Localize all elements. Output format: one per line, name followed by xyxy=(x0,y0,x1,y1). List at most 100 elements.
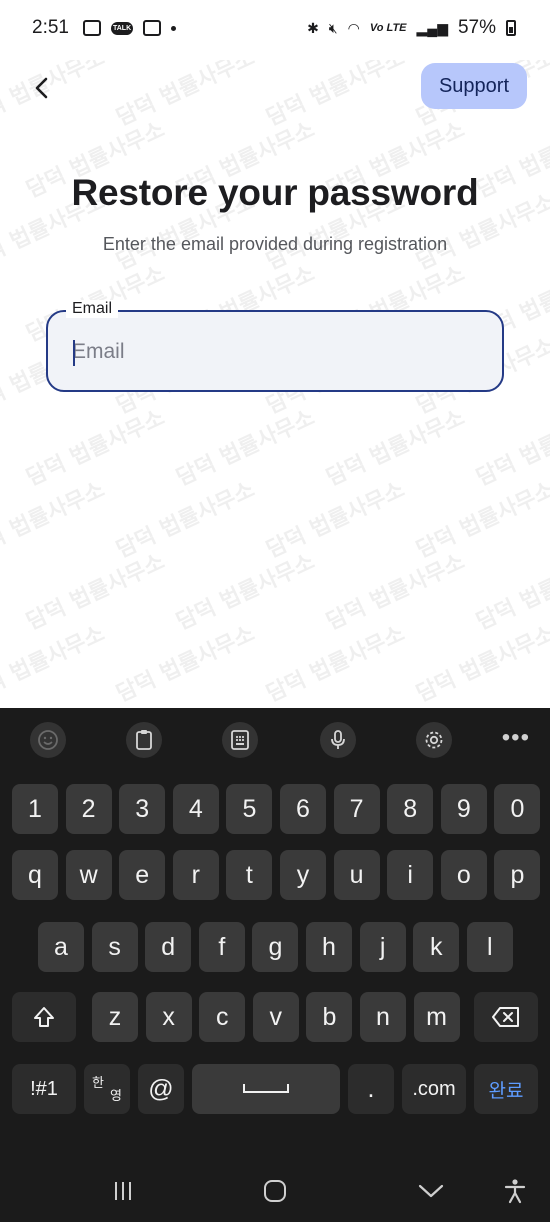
key-d[interactable]: d xyxy=(145,922,192,972)
watermark-text: 담덕 법률사무소 xyxy=(412,621,550,708)
shift-icon xyxy=(34,1007,54,1027)
key-q[interactable]: q xyxy=(12,850,58,900)
key-z[interactable]: z xyxy=(92,992,138,1042)
key-h[interactable]: h xyxy=(306,922,352,972)
watermark-text: 담덕 법률사무소 xyxy=(412,477,550,564)
watermark-text: 담덕 법률사무소 xyxy=(262,477,409,564)
key-v[interactable]: v xyxy=(252,992,299,1042)
status-time: 2:51 xyxy=(32,17,69,38)
key-f[interactable]: f xyxy=(198,922,245,972)
key-7[interactable]: 7 xyxy=(333,784,380,834)
home-icon xyxy=(264,1180,286,1202)
dotcom-key[interactable]: .com xyxy=(402,1064,466,1114)
watermark-text: 담덕 법률사무소 xyxy=(472,549,550,636)
backspace-icon xyxy=(492,1007,519,1027)
status-right: ✱ 🔇︎ ◠ Vo LTE ▂▄▆ 57% xyxy=(307,17,516,39)
key-3[interactable]: 3 xyxy=(119,784,166,834)
key-r[interactable]: r xyxy=(172,850,219,900)
key-w[interactable]: w xyxy=(65,850,112,900)
key-i[interactable]: i xyxy=(387,850,434,900)
symbols-key[interactable]: !#1 xyxy=(12,1064,76,1114)
key-o[interactable]: o xyxy=(440,850,487,900)
home-button[interactable] xyxy=(258,1174,292,1208)
key-s[interactable]: s xyxy=(91,922,138,972)
wifi-icon: ◠ xyxy=(347,20,360,36)
done-key[interactable]: 완료 xyxy=(474,1064,538,1114)
keyboard-settings-button[interactable] xyxy=(416,722,452,758)
key-8[interactable]: 8 xyxy=(387,784,434,834)
emoji-button[interactable] xyxy=(30,722,66,758)
key-u[interactable]: u xyxy=(333,850,380,900)
key-g[interactable]: g xyxy=(252,922,299,972)
watermark-text: 담덕 법률사무소 xyxy=(22,405,169,492)
status-left: 2:51 TALK xyxy=(32,17,177,39)
battery-percent: 57% xyxy=(457,17,496,38)
volte-icon: Vo LTE xyxy=(369,22,407,34)
watermark-text: 담덕 법률사무소 xyxy=(262,621,409,708)
gallery-notification-icon xyxy=(82,20,101,36)
language-key-korean: 한 xyxy=(92,1075,104,1090)
key-4[interactable]: 4 xyxy=(172,784,219,834)
keypad-button[interactable] xyxy=(222,722,258,758)
key-c[interactable]: c xyxy=(199,992,246,1042)
page-title: Restore your password xyxy=(71,172,479,213)
key-x[interactable]: x xyxy=(145,992,192,1042)
key-p[interactable]: p xyxy=(494,850,541,900)
key-b[interactable]: b xyxy=(306,992,353,1042)
keypad-icon xyxy=(231,730,249,750)
watermark-text: 담덕 법률사무소 xyxy=(262,60,409,132)
voice-input-button[interactable] xyxy=(320,722,356,758)
key-a[interactable]: a xyxy=(38,922,84,972)
microphone-icon xyxy=(331,730,345,749)
watermark-text: 담덕 법률사무소 xyxy=(172,549,319,636)
watermark-text: 담덕 법률사무소 xyxy=(0,621,109,708)
at-key[interactable]: @ xyxy=(138,1064,184,1114)
watermark-text: 담덕 법률사무소 xyxy=(112,60,259,132)
key-6[interactable]: 6 xyxy=(280,784,326,834)
page-subtitle: Enter the email provided during registra… xyxy=(102,234,448,254)
navigation-bar xyxy=(0,1160,550,1222)
key-e[interactable]: e xyxy=(119,850,166,900)
shift-key[interactable] xyxy=(12,992,76,1042)
key-k[interactable]: k xyxy=(413,922,460,972)
recents-button[interactable] xyxy=(106,1174,140,1208)
key-0[interactable]: 0 xyxy=(494,784,541,834)
language-key-english: 영 xyxy=(110,1088,122,1103)
language-key[interactable]: 한영 xyxy=(84,1064,130,1114)
backspace-key[interactable] xyxy=(474,992,538,1042)
support-button[interactable]: Support xyxy=(421,63,527,109)
key-l[interactable]: l xyxy=(466,922,513,972)
recents-icon xyxy=(115,1182,131,1200)
emoji-icon xyxy=(38,730,58,750)
period-key[interactable]: . xyxy=(348,1064,394,1114)
key-t[interactable]: t xyxy=(226,850,273,900)
clipboard-button[interactable] xyxy=(126,722,162,758)
accessibility-button[interactable] xyxy=(500,1174,530,1208)
key-n[interactable]: n xyxy=(360,992,406,1042)
key-j[interactable]: j xyxy=(359,922,406,972)
battery-icon xyxy=(506,20,516,36)
key-2[interactable]: 2 xyxy=(65,784,112,834)
bluetooth-icon: ✱ xyxy=(307,20,319,36)
more-icon[interactable]: ••• xyxy=(502,726,530,750)
hide-keyboard-button[interactable] xyxy=(414,1174,448,1208)
watermark-text: 담덕 법률사무소 xyxy=(322,549,469,636)
watermark-text: 담덕 법률사무소 xyxy=(172,405,319,492)
watermark-text: 담덕 법률사무소 xyxy=(22,549,169,636)
status-bar: 2:51 TALK ✱ 🔇︎ ◠ Vo LTE ▂▄▆ 57% xyxy=(0,0,550,56)
watermark-text: 담덕 법률사무소 xyxy=(112,621,259,708)
key-y[interactable]: y xyxy=(280,850,326,900)
watermark-text: 담덕 법률사무소 xyxy=(472,405,550,492)
email-input[interactable] xyxy=(72,334,482,370)
voicemail-notification-icon xyxy=(143,20,162,36)
key-5[interactable]: 5 xyxy=(226,784,273,834)
keyboard-toolbar: ••• xyxy=(0,708,550,772)
key-1[interactable]: 1 xyxy=(12,784,58,834)
key-9[interactable]: 9 xyxy=(440,784,487,834)
space-icon xyxy=(243,1084,289,1093)
key-m[interactable]: m xyxy=(413,992,460,1042)
back-button[interactable] xyxy=(22,68,62,108)
email-field[interactable] xyxy=(46,310,504,392)
space-key[interactable] xyxy=(192,1064,340,1114)
accessibility-icon xyxy=(504,1179,526,1204)
